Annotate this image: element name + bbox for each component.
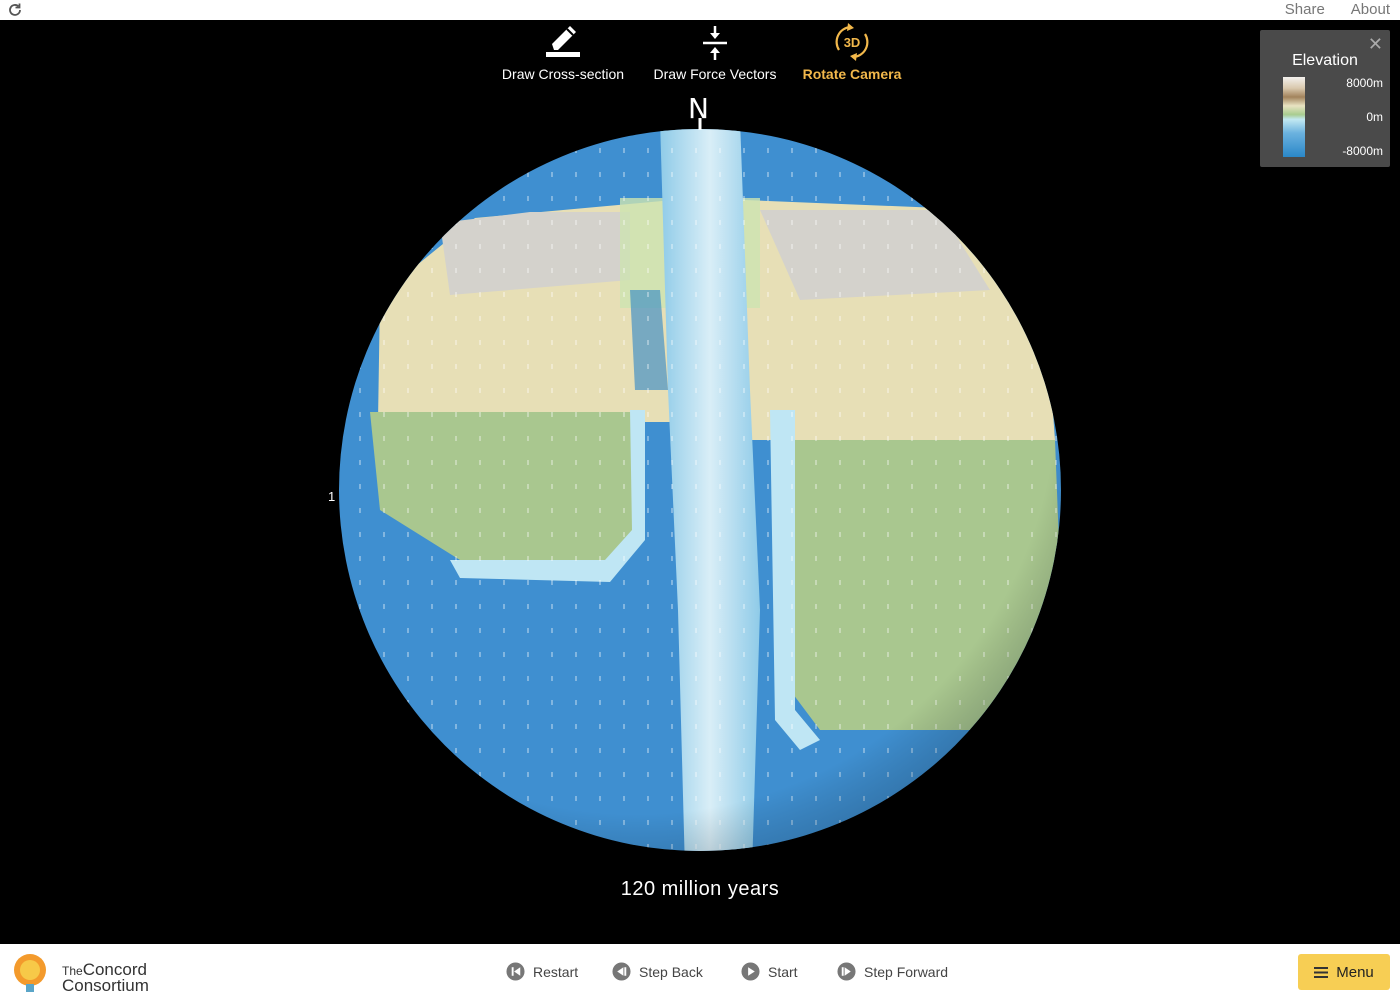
simulation-stage[interactable]: Draw Cross-section Draw Force Vectors 3D… (0, 20, 1400, 944)
top-bar: Share About (0, 0, 1400, 20)
step-back-label: Step Back (639, 963, 703, 980)
step-forward-icon (837, 962, 856, 981)
menu-button[interactable]: Menu (1298, 954, 1390, 990)
elevation-legend: ✕ Elevation 8000m 0m -8000m (1260, 30, 1390, 167)
step-forward-label: Step Forward (864, 963, 949, 980)
step-forward-button[interactable]: Step Forward (837, 962, 948, 981)
svg-text:3D: 3D (844, 35, 861, 50)
restart-icon (506, 962, 525, 981)
menu-label: Menu (1336, 963, 1374, 981)
tool-label: Draw Cross-section (501, 66, 625, 82)
logo-text-consortium: Consortium (62, 976, 149, 995)
share-link[interactable]: Share (1285, 1, 1325, 18)
time-label: 120 million years (620, 878, 780, 900)
planet-globe[interactable] (300, 90, 1100, 890)
step-back-icon (612, 962, 631, 981)
logo-icon (14, 954, 46, 992)
rotate-camera-button[interactable]: 3D Rotate Camera (798, 20, 906, 82)
legend-value-max: 8000m (1346, 76, 1383, 90)
legend-value-zero: 0m (1366, 110, 1383, 124)
pencil-icon (546, 26, 580, 57)
rotate-3d-icon: 3D (835, 23, 869, 61)
compress-arrows-icon (703, 26, 727, 60)
draw-cross-section-button[interactable]: Draw Cross-section (496, 20, 630, 82)
hamburger-icon (1314, 966, 1329, 978)
start-label: Start (768, 963, 798, 980)
restart-label: Restart (533, 963, 579, 980)
step-back-button[interactable]: Step Back (612, 962, 703, 981)
legend-value-min: -8000m (1342, 144, 1383, 158)
concord-consortium-logo[interactable]: TheConcord Consortium (8, 948, 168, 996)
reload-icon[interactable] (7, 2, 23, 18)
latitude-marker: 1 (328, 489, 336, 504)
start-button[interactable]: Start (741, 962, 798, 981)
tool-label: Draw Force Vectors (653, 66, 777, 82)
elevation-color-bar (1283, 77, 1305, 157)
bottom-bar: TheConcord Consortium Restart Step Back … (0, 944, 1400, 1000)
restart-button[interactable]: Restart (506, 962, 578, 981)
about-link[interactable]: About (1351, 1, 1390, 18)
tool-label: Rotate Camera (802, 66, 902, 82)
draw-force-vectors-button[interactable]: Draw Force Vectors (648, 20, 782, 82)
play-icon (741, 962, 760, 981)
north-label: N (688, 92, 709, 125)
legend-title: Elevation (1292, 52, 1358, 69)
